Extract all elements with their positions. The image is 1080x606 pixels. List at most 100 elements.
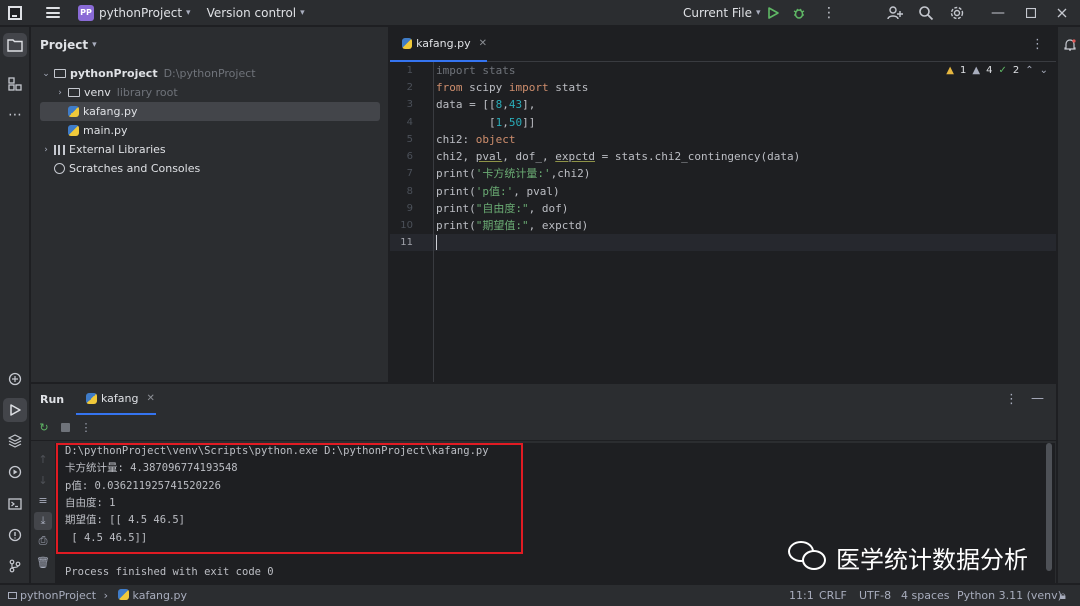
chevron-right-icon[interactable]: › [40,145,52,155]
python-file-icon [68,125,79,136]
editor-tab-bar: kafang.py ✕ ⋮ [390,27,1056,62]
run-button[interactable] [766,0,780,26]
maximize-icon [1026,8,1036,18]
tab-label: kafang [101,392,139,405]
line-number: 1 [406,65,413,76]
code-line-2: from scipy import stats [436,81,589,94]
project-name: pythonProject [99,5,183,20]
stop-button[interactable] [56,419,74,437]
tree-item-scratches[interactable]: Scratches and Consoles [40,159,380,178]
line-separator[interactable]: CRLF [819,589,847,602]
python-packages-button[interactable] [3,367,27,391]
tree-item-kafang[interactable]: kafang.py [40,102,380,121]
tree-item-label: kafang.py [83,105,138,118]
project-tool-button[interactable] [3,33,27,57]
line-number-gutter: 1 2 3 4 5 6 7 8 9 10 11 [390,62,434,382]
hide-panel-icon[interactable]: — [1031,391,1044,406]
add-user-button[interactable] [887,0,903,26]
chevron-down-icon: ▾ [300,7,305,18]
more-tabs-icon[interactable]: ⋮ [1031,37,1044,52]
line-number: 4 [406,117,413,128]
run-toolbar: ↻ ⋮ [31,415,1056,441]
console-line: D:\pythonProject\venv\Scripts\python.exe… [65,445,489,457]
run-panel-title: Run [40,393,65,406]
more-tools-icon[interactable]: ⋯ [3,103,27,127]
breadcrumb-file[interactable]: kafang.py [133,589,187,602]
chevron-up-icon[interactable]: ⌃ [1025,65,1033,76]
chevron-down-icon: ▾ [186,7,191,18]
close-window-button[interactable] [1057,0,1067,26]
scratches-icon [54,163,65,174]
warning-icon: ▲ [946,65,954,76]
project-switcher[interactable]: pythonProject ▾ [99,0,191,26]
git-tool-button[interactable] [3,554,27,578]
tab-kafang[interactable]: kafang.py ✕ [390,27,487,62]
console-line: 卡方统计量: 4.387096774193548 [65,462,238,474]
breadcrumb-project[interactable]: pythonProject [20,589,96,602]
more-actions-icon[interactable]: ⋮ [77,419,95,437]
tab-run-kafang[interactable]: kafang ✕ [76,384,156,415]
tree-item-venv[interactable]: › venv library root [54,83,380,102]
vcs-menu[interactable]: Version control ▾ [207,0,305,26]
folder-icon [8,592,17,599]
console-line: 自由度: 1 [65,497,116,509]
console-line: 期望值: [[ 4.5 46.5] [65,514,186,526]
tree-item-main[interactable]: main.py [40,121,380,140]
trash-icon[interactable]: 🗑 [34,553,52,571]
structure-tool-button[interactable] [3,72,27,96]
arrow-up-icon[interactable]: ↑ [34,450,52,468]
close-icon[interactable]: ✕ [147,393,155,404]
run-icon [768,7,779,19]
terminal-tool-button[interactable] [3,492,27,516]
chevron-down-icon[interactable]: ⌄ [1040,65,1048,76]
search-button[interactable] [918,0,934,26]
console-scrollbar[interactable] [1046,443,1052,571]
inspection-widget[interactable]: ▲ 1 ▲ 4 ✓ 2 ⌃ ⌄ [946,65,1048,76]
run-tool-button[interactable] [3,398,27,422]
settings-button[interactable] [949,0,965,26]
folder-icon [68,88,80,97]
main-menu-icon[interactable] [46,7,60,18]
soft-wrap-icon[interactable]: ≡ [34,491,52,509]
maximize-window-button[interactable] [1026,0,1036,26]
code-line-9: print("自由度:", dof) [436,202,569,215]
tree-item-label: Scratches and Consoles [69,162,201,175]
lock-icon[interactable]: 🔒︎ [1060,589,1066,603]
code-line-1: import stats [436,64,516,77]
print-icon[interactable]: ⎙ [34,532,52,550]
more-options-icon[interactable]: ⋮ [1005,392,1018,407]
chevron-right-icon[interactable]: › [54,88,66,98]
python-interpreter[interactable]: Python 3.11 (venv) [957,589,1062,602]
line-number: 10 [400,220,413,231]
run-panel-header: Run kafang ✕ ⋮ — [31,384,1056,415]
tree-item-project-root[interactable]: ⌄ pythonProject D:\pythonProject [40,64,380,83]
chevron-down-icon[interactable]: ⌄ [40,69,52,79]
file-encoding[interactable]: UTF-8 [859,589,891,602]
debug-button[interactable] [792,0,806,26]
caret-position[interactable]: 11:1 [789,589,814,602]
arrow-down-icon[interactable]: ↓ [34,471,52,489]
problems-icon [8,528,22,542]
services-icon [8,465,22,479]
layers-tool-button[interactable] [3,429,27,453]
chevron-down-icon: ▾ [92,39,97,50]
problems-tool-button[interactable] [3,523,27,547]
project-panel-header[interactable]: Project ▾ [31,27,388,62]
project-badge[interactable]: PP [78,4,94,21]
app-logo-icon[interactable] [8,5,22,20]
close-icon[interactable]: ✕ [479,38,487,49]
tree-item-external-libraries[interactable]: › External Libraries [40,140,380,159]
terminal-icon [8,498,22,510]
indent-setting[interactable]: 4 spaces [901,589,950,602]
notifications-button[interactable] [1058,33,1080,57]
line-number: 6 [406,151,413,162]
scroll-to-end-icon[interactable]: ⤓ [34,512,52,530]
services-tool-button[interactable] [3,460,27,484]
more-actions-icon[interactable]: ⋮ [822,0,836,26]
run-config-selector[interactable]: Current File ▾ [683,0,761,26]
structure-icon [8,77,22,91]
rerun-icon[interactable]: ↻ [35,419,53,437]
minimize-window-icon[interactable]: — [991,0,1005,26]
run-config-label: Current File [683,6,752,20]
vcs-label: Version control [206,5,297,20]
